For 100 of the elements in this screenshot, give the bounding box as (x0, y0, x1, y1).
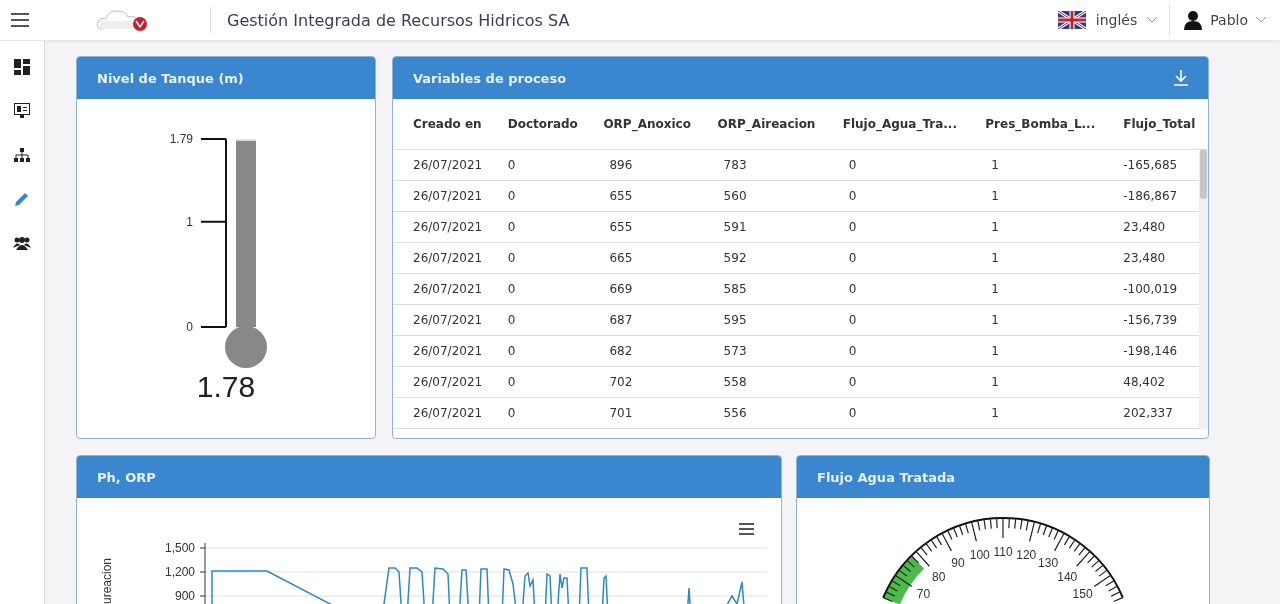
column-header[interactable]: Creado en (393, 99, 488, 150)
table-cell: 26/07/2021 (393, 180, 488, 212)
table-cell: 1 (965, 304, 1104, 336)
gauge-label: 90 (951, 556, 965, 571)
company-title: Gestión Integrada de Recursos Hidricos SA (227, 10, 571, 30)
table-cell: 0 (822, 304, 966, 336)
language-selector[interactable]: inglés (1045, 5, 1171, 35)
table-cell: 26/07/2021 (393, 211, 488, 243)
table-cell: 0 (487, 397, 584, 429)
sidebar-item[interactable] (12, 101, 32, 121)
y-axis (199, 542, 206, 604)
table-cell: 26/07/2021 (393, 366, 488, 398)
gauge-label: 80 (932, 569, 946, 584)
gauge-label: 70 (916, 587, 931, 602)
table-cell: 585 (697, 273, 823, 305)
table-cell: 0 (822, 211, 966, 243)
table-cell: 0 (487, 304, 584, 336)
table-cell: 0 (822, 366, 966, 398)
column-header[interactable]: Pres_Bomba_L... (965, 99, 1104, 150)
table-cell: 0 (487, 273, 584, 305)
card-title: Ph, ORP (97, 469, 156, 485)
tank-reading: 1.78 (196, 370, 256, 404)
card-title: Variables de proceso (413, 70, 567, 86)
gauge-label: 140 (1057, 569, 1078, 584)
table-cell: 26/07/2021 (393, 273, 488, 305)
table-cell: 556 (697, 397, 823, 429)
table-cell: 665 (583, 242, 698, 274)
column-header[interactable]: ORP_Aireacion (697, 99, 823, 150)
download-icon[interactable] (1174, 70, 1188, 86)
user-menu[interactable]: Pablo (1170, 10, 1280, 30)
table-cell: 669 (583, 273, 698, 305)
table-cell: 0 (822, 273, 966, 305)
table-cell: 0 (822, 397, 966, 429)
scrollbar-thumb[interactable] (1200, 149, 1207, 199)
table-cell: 702 (583, 366, 698, 398)
sidebar-item[interactable] (12, 145, 32, 165)
thermometer-bulb (225, 326, 267, 368)
table-cell: 1 (965, 180, 1104, 212)
table-cell: 701 (583, 397, 698, 429)
table-cell: 1 (965, 335, 1104, 367)
table-cell: 1 (965, 149, 1104, 181)
gauge-label: 110 (993, 545, 1013, 559)
table-cell: 26/07/2021 (393, 242, 488, 274)
tick-label: 1 (186, 214, 193, 229)
table-cell: 26/07/2021 (393, 304, 488, 336)
user-icon (1184, 10, 1203, 30)
table-cell: 1 (965, 397, 1104, 429)
cloud-logo-icon (96, 7, 150, 33)
table-cell: 573 (697, 335, 823, 367)
monitor-icon (14, 103, 30, 119)
table-cell: 0 (487, 335, 584, 367)
chevron-down-icon (1147, 17, 1158, 23)
tick-label: 1.79 (169, 132, 193, 146)
table-cell: 595 (697, 304, 823, 336)
uk-flag-icon (1057, 11, 1086, 29)
table-cell: 0 (822, 149, 966, 181)
y-tick-label: 1,200 (164, 565, 195, 579)
dashboard-icon (14, 59, 30, 75)
table-cell: 26/07/2021 (393, 335, 488, 367)
table-cell: 682 (583, 335, 698, 367)
table-cell: 0 (487, 366, 584, 398)
y-axis-title: ureacion (100, 557, 114, 604)
table-cell: 0 (487, 242, 584, 274)
chart-menu-icon[interactable] (738, 523, 755, 535)
table-cell: 655 (583, 211, 698, 243)
table-cell: 783 (697, 149, 823, 181)
tick-label: 0 (186, 320, 193, 334)
column-header[interactable]: Flujo_Total (1103, 99, 1201, 150)
table-cell: 592 (697, 242, 823, 274)
table-cell: 1 (965, 366, 1104, 398)
card-title: Flujo Agua Tratada (817, 469, 956, 485)
gauge-label: 100 (969, 547, 990, 562)
table-cell: 0 (487, 149, 584, 181)
table-cell: 1 (965, 242, 1104, 274)
gauge-label: 120 (1016, 547, 1037, 562)
gauge-label: 130 (1038, 556, 1059, 571)
column-header[interactable]: Flujo_Agua_Tra... (822, 99, 966, 150)
card-title: Nivel de Tanque (m) (97, 70, 244, 86)
column-header[interactable]: Doctorado (487, 99, 584, 150)
hierarchy-icon (14, 147, 30, 163)
table-cell: 896 (583, 149, 698, 181)
table-cell: 26/07/2021 (393, 397, 488, 429)
table-cell: 26/07/2021 (393, 149, 488, 181)
table-cell: 0 (822, 180, 966, 212)
table-cell: 0 (487, 180, 584, 212)
pencil-icon (14, 191, 30, 207)
column-header[interactable]: ORP_Anoxico (583, 99, 698, 150)
chevron-down-icon (1256, 17, 1266, 23)
users-icon (13, 236, 31, 250)
sidebar-item[interactable] (12, 57, 32, 77)
table-cell: 560 (697, 180, 823, 212)
gauge-label: 150 (1072, 587, 1093, 602)
table-cell: 687 (583, 304, 698, 336)
table-cell: 0 (822, 242, 966, 274)
y-tick-label: 1,500 (164, 541, 195, 555)
table-cell: 558 (697, 366, 823, 398)
table-cell: 655 (583, 180, 698, 212)
table-cell: 0 (822, 335, 966, 367)
y-tick-label: 900 (174, 589, 195, 603)
table-cell: 1 (965, 273, 1104, 305)
